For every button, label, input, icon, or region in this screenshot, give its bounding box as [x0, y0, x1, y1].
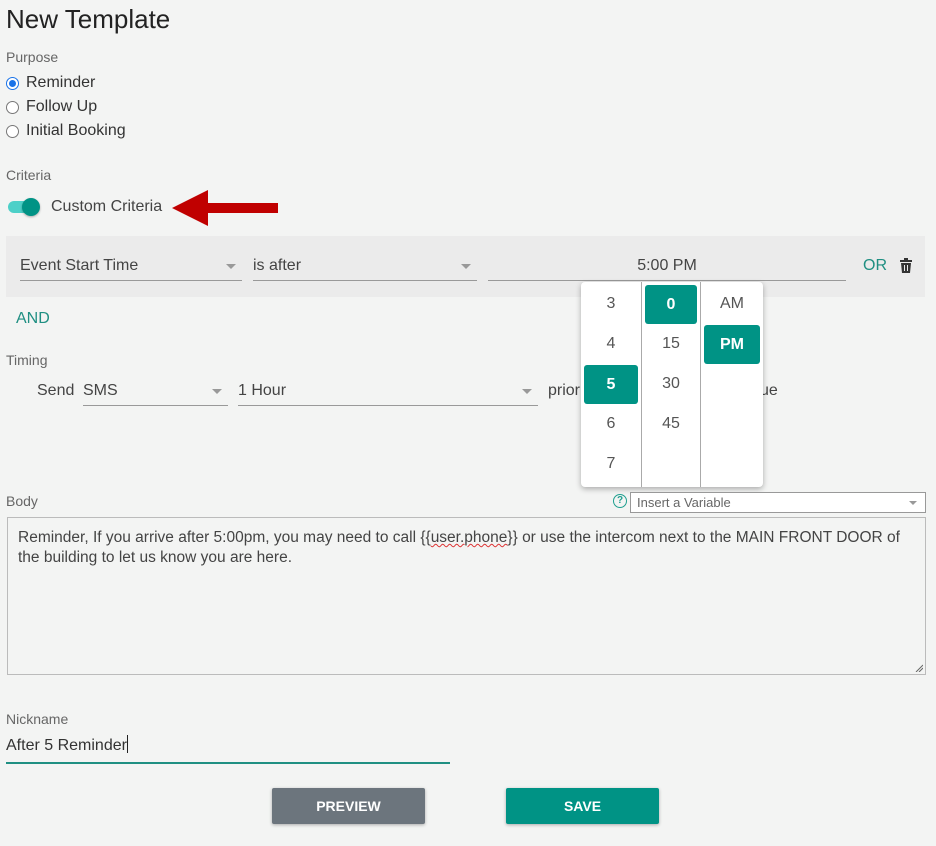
criteria-rule-row: Event Start Time is after 5:00 PM OR: [6, 236, 925, 297]
prior-text: prior: [548, 382, 581, 399]
chevron-down-icon: [909, 501, 917, 505]
insert-variable-placeholder: Insert a Variable: [637, 495, 731, 510]
criteria-operator-select[interactable]: is after: [253, 251, 477, 281]
purpose-option-initial-booking[interactable]: Initial Booking: [6, 119, 126, 143]
timing-label: Timing: [6, 352, 48, 368]
custom-criteria-label: Custom Criteria: [51, 198, 163, 215]
minute-column: 0 15 30 45: [642, 282, 701, 487]
body-text-before: Reminder, If you arrive after 5:00pm, yo…: [18, 529, 431, 546]
insert-variable-select[interactable]: Insert a Variable: [630, 492, 926, 513]
chevron-down-icon: [461, 264, 471, 269]
toggle-thumb: [22, 198, 40, 216]
radio-checked[interactable]: [6, 76, 19, 90]
chevron-down-icon: [522, 389, 532, 394]
custom-criteria-toggle[interactable]: [8, 198, 42, 216]
criteria-time-input[interactable]: 5:00 PM: [488, 251, 846, 281]
page-title: New Template: [6, 4, 171, 34]
nickname-input[interactable]: After 5 Reminder: [6, 735, 450, 764]
hour-option-selected[interactable]: 5: [584, 365, 638, 404]
purpose-option-reminder[interactable]: Reminder: [6, 71, 126, 95]
criteria-time-value: 5:00 PM: [637, 256, 697, 274]
preview-button[interactable]: PREVIEW: [272, 788, 425, 824]
minute-option[interactable]: 30: [645, 364, 697, 403]
channel-select[interactable]: SMS: [83, 376, 228, 406]
criteria-label: Criteria: [6, 167, 52, 183]
resize-handle-icon[interactable]: [915, 664, 923, 672]
purpose-radio-group: Reminder Follow Up Initial Booking: [6, 71, 126, 143]
chevron-down-icon: [212, 389, 222, 394]
body-label: Body: [6, 493, 38, 509]
trash-icon[interactable]: [899, 258, 913, 274]
and-button[interactable]: AND: [16, 310, 50, 328]
minute-option[interactable]: 15: [645, 324, 697, 363]
purpose-option-follow-up[interactable]: Follow Up: [6, 95, 126, 119]
nickname-label: Nickname: [6, 711, 69, 727]
time-picker-dropdown: 3 4 5 6 7 0 15 30 45 AM PM: [581, 282, 763, 487]
hour-option[interactable]: 3: [584, 284, 638, 323]
purpose-option-label: Reminder: [26, 74, 96, 91]
save-button[interactable]: SAVE: [506, 788, 659, 824]
minute-option[interactable]: 45: [645, 404, 697, 443]
period-option-selected[interactable]: PM: [704, 325, 760, 364]
body-text-variable: user.phone: [430, 529, 508, 546]
hour-column: 3 4 5 6 7: [581, 282, 642, 487]
period-column: AM PM: [701, 282, 763, 487]
text-cursor: [126, 735, 128, 753]
criteria-field-value: Event Start Time: [20, 256, 139, 274]
red-arrow-annotation-icon: [172, 190, 278, 226]
hour-option[interactable]: 6: [584, 404, 638, 443]
help-icon[interactable]: ?: [613, 494, 627, 508]
or-button[interactable]: OR: [863, 257, 887, 275]
radio-unchecked[interactable]: [6, 124, 19, 138]
minute-option-selected[interactable]: 0: [645, 285, 697, 324]
criteria-operator-value: is after: [253, 256, 302, 274]
period-option[interactable]: AM: [704, 284, 760, 323]
offset-select[interactable]: 1 Hour: [238, 376, 538, 406]
purpose-label: Purpose: [6, 49, 59, 65]
send-label: Send: [37, 382, 75, 399]
nickname-value: After 5 Reminder: [6, 737, 127, 754]
purpose-option-label: Follow Up: [26, 98, 98, 115]
chevron-down-icon: [226, 264, 236, 269]
radio-unchecked[interactable]: [6, 100, 19, 114]
body-textarea[interactable]: Reminder, If you arrive after 5:00pm, yo…: [7, 517, 926, 675]
offset-value: 1 Hour: [238, 381, 287, 399]
hour-option[interactable]: 4: [584, 324, 638, 363]
hour-option[interactable]: 7: [584, 444, 638, 483]
criteria-field-select[interactable]: Event Start Time: [20, 251, 242, 281]
purpose-option-label: Initial Booking: [26, 122, 126, 139]
channel-value: SMS: [83, 381, 118, 399]
